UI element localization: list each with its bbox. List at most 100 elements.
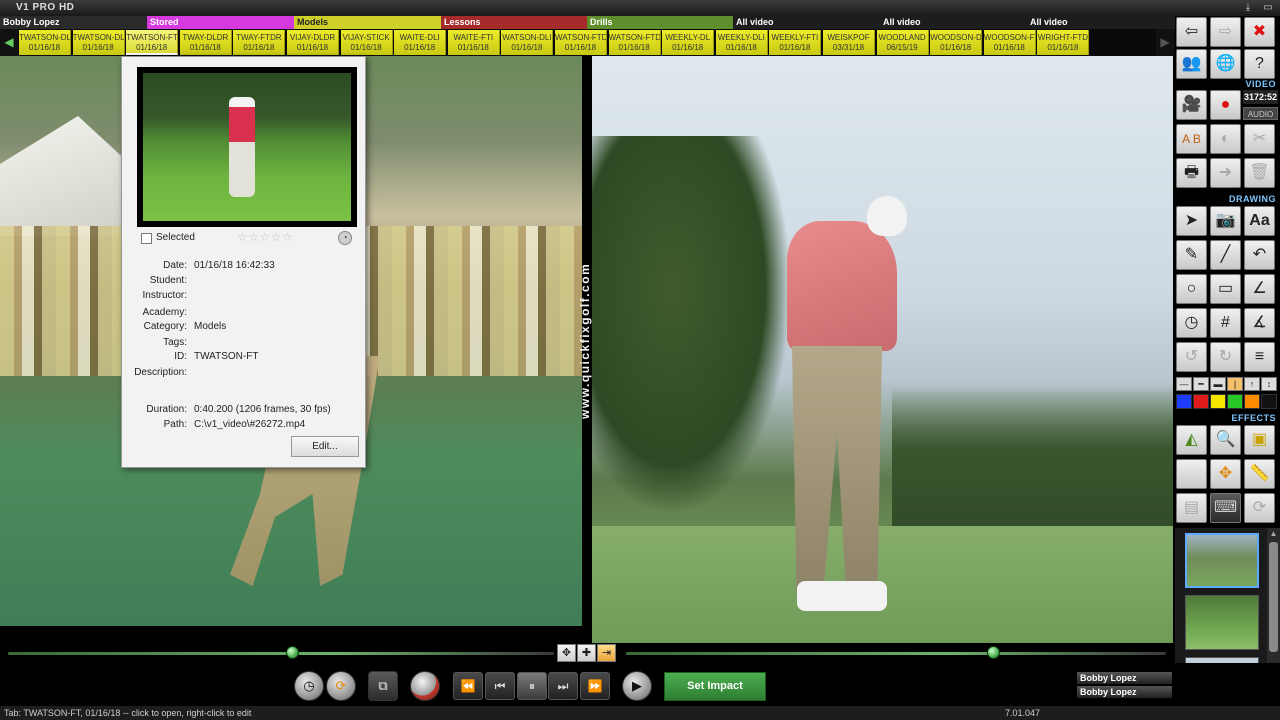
tab-vijay-dldr[interactable]: VIJAY-DLDR 01/16/18 [287, 30, 339, 55]
list-item[interactable] [1185, 595, 1259, 650]
redo-icon[interactable]: ↻ [1210, 342, 1241, 372]
tab-wright-ftd[interactable]: WRIGHT-FTD 01/16/18 [1037, 30, 1090, 55]
undo-icon[interactable]: ↺ [1176, 342, 1207, 372]
curve-icon[interactable]: ↶ [1244, 240, 1275, 270]
angle-icon[interactable]: ∠ [1244, 274, 1275, 304]
tab-scroll-left-icon[interactable]: ◀ [0, 29, 18, 56]
scroll-up-icon[interactable]: ▲ [1267, 528, 1280, 540]
forward-arrow-icon[interactable]: ⇨ [1210, 17, 1241, 47]
users-icon[interactable]: 👥 [1176, 49, 1207, 79]
category-all-video[interactable]: All video [1027, 16, 1175, 29]
tab-waite-fti[interactable]: WAITE-FTI 01/16/18 [447, 30, 500, 55]
clock-icon[interactable]: ◷ [1176, 308, 1207, 338]
arrow-up-icon[interactable]: ↑ [1244, 377, 1260, 391]
minimize-icon[interactable]: ⤓ [1240, 0, 1256, 16]
trash-icon[interactable]: 🗑 [1244, 158, 1275, 188]
grid-icon[interactable]: # [1210, 308, 1241, 338]
set-impact-button[interactable]: Set Impact [664, 672, 766, 701]
tab-twatson-dl[interactable]: TWATSON-DL 01/16/18 [19, 30, 71, 55]
category-all-video[interactable]: All video [733, 16, 880, 29]
category-drills[interactable]: Drills [587, 16, 733, 29]
line-icon[interactable]: ╱ [1210, 240, 1241, 270]
line-medium-icon[interactable]: ━ [1193, 377, 1209, 391]
tab-weiskpof[interactable]: WEISKPOF 03/31/18 [823, 30, 875, 55]
print-icon[interactable]: 🖶 [1176, 158, 1207, 188]
tab-tway-ftdr[interactable]: TWAY-FTDR 01/16/18 [233, 30, 286, 55]
film-icon[interactable]: ▤ [1176, 493, 1207, 523]
line-thin-icon[interactable]: — [1176, 377, 1192, 391]
record-icon[interactable]: ● [1210, 90, 1241, 120]
step-forward-icon[interactable]: ⏭ [548, 672, 578, 700]
category-bobby-lopez[interactable]: Bobby Lopez [0, 16, 147, 29]
tab-woodson-dl[interactable]: WOODSON-DL 01/16/18 [930, 30, 983, 55]
tab-weekly-fti[interactable]: WEEKLY-FTI 01/16/18 [769, 30, 822, 55]
tab-woodland[interactable]: WOODLAND 06/15/19 [876, 30, 929, 55]
category-models[interactable]: Models [294, 16, 441, 29]
tab-vijay-stick[interactable]: VIJAY-STICK 01/16/18 [340, 30, 393, 55]
color-swatch-red[interactable] [1193, 394, 1209, 409]
category-all-video[interactable]: All video [880, 16, 1027, 29]
move-icon[interactable]: ✥ [1210, 459, 1241, 489]
zoom-icon[interactable]: 🔍 [1210, 425, 1241, 455]
pointer-icon[interactable]: ➤ [1176, 206, 1207, 236]
loop-icon[interactable]: ⟳ [326, 671, 356, 701]
pause-icon[interactable]: ⏸ [517, 672, 547, 700]
spotlight-icon[interactable]: ◭ [1176, 425, 1207, 455]
fast-forward-icon[interactable]: ⏩ [580, 672, 610, 700]
list-item[interactable] [1185, 533, 1259, 588]
tab-tway-dldr[interactable]: TWAY-DLDR 01/16/18 [179, 30, 232, 55]
speed-dial-icon[interactable] [410, 671, 440, 701]
blank-tool-icon[interactable] [1176, 459, 1207, 489]
arrow-left-icon[interactable]: ✥ [557, 644, 576, 662]
camera-icon[interactable]: 🎥 [1176, 90, 1207, 120]
color-swatch-black[interactable] [1261, 394, 1277, 409]
sync-arrow-icon[interactable]: ⇥ [597, 644, 616, 662]
tab-weekly-dli[interactable]: WEEKLY-DLI 01/16/18 [715, 30, 768, 55]
maximize-icon[interactable]: ▭ [1260, 0, 1276, 16]
ab-compare-button[interactable]: A B [1176, 124, 1207, 154]
tab-twatson-dl[interactable]: TWATSON-DL 01/16/18 [72, 30, 125, 55]
keyboard-icon[interactable]: ⌨ [1210, 493, 1241, 523]
left-timeline-knob[interactable] [285, 646, 299, 659]
play-icon[interactable]: ▶ [622, 671, 652, 701]
back-arrow-icon[interactable]: ⇦ [1176, 17, 1207, 47]
tab-watson-ftd[interactable]: WATSON-FTD 01/16/18 [608, 30, 661, 55]
edit-button[interactable]: Edit... [291, 436, 359, 457]
step-back-icon[interactable]: ⏮ [485, 672, 515, 700]
overlay-icon[interactable]: ◐ [1210, 124, 1241, 154]
scrollbar-thumb[interactable] [1269, 542, 1278, 652]
tab-twatson-ft[interactable]: TWATSON-FT 01/16/18 [126, 30, 179, 55]
rotate-icon[interactable]: ⟳ [1244, 493, 1275, 523]
tab-watson-dli[interactable]: WATSON-DLI 01/16/18 [501, 30, 554, 55]
compare-icon[interactable]: ⧉ [368, 671, 398, 701]
user-label-left[interactable]: Bobby Lopez [1077, 672, 1172, 684]
right-video-pane[interactable] [592, 56, 1173, 646]
plus-icon[interactable]: ✚ [577, 644, 596, 662]
snapshot-icon[interactable]: 📷 [1210, 206, 1241, 236]
color-swatch-yellow[interactable] [1210, 394, 1226, 409]
pencil-icon[interactable]: ✎ [1176, 240, 1207, 270]
multi-angle-icon[interactable]: ∡ [1244, 308, 1275, 338]
audio-button[interactable]: AUDIO [1243, 107, 1278, 120]
color-swatch-blue[interactable] [1176, 394, 1192, 409]
rectangle-icon[interactable]: ▭ [1210, 274, 1241, 304]
share-arrow-icon[interactable]: ➜ [1210, 158, 1241, 188]
user-label-right[interactable]: Bobby Lopez [1077, 686, 1172, 698]
color-swatch-orange[interactable] [1244, 394, 1260, 409]
right-timeline-track[interactable] [626, 652, 1166, 655]
line-thick-icon[interactable]: ▬ [1210, 377, 1226, 391]
tab-scroll-right-icon[interactable]: ▶ [1156, 29, 1174, 56]
tab-woodson-ft[interactable]: WOODSON-FT 01/16/18 [983, 30, 1036, 55]
help-icon[interactable]: ? [1244, 49, 1275, 79]
right-timeline-knob[interactable] [987, 646, 1001, 659]
clock-icon[interactable]: ◷ [294, 671, 324, 701]
selected-checkbox[interactable] [141, 233, 152, 244]
category-lessons[interactable]: Lessons [441, 16, 587, 29]
ruler-icon[interactable]: 📏 [1244, 459, 1275, 489]
rating-stars[interactable]: ☆☆☆☆☆ [237, 230, 293, 244]
tab-weekly-dl[interactable]: WEEKLY-DL 01/16/18 [662, 30, 715, 55]
close-icon[interactable]: ✖ [1244, 17, 1275, 47]
rewind-icon[interactable]: ⏪ [453, 672, 483, 700]
color-swatch-green[interactable] [1227, 394, 1243, 409]
tab-watson-ftd[interactable]: WATSON-FTD 01/16/18 [555, 30, 607, 55]
